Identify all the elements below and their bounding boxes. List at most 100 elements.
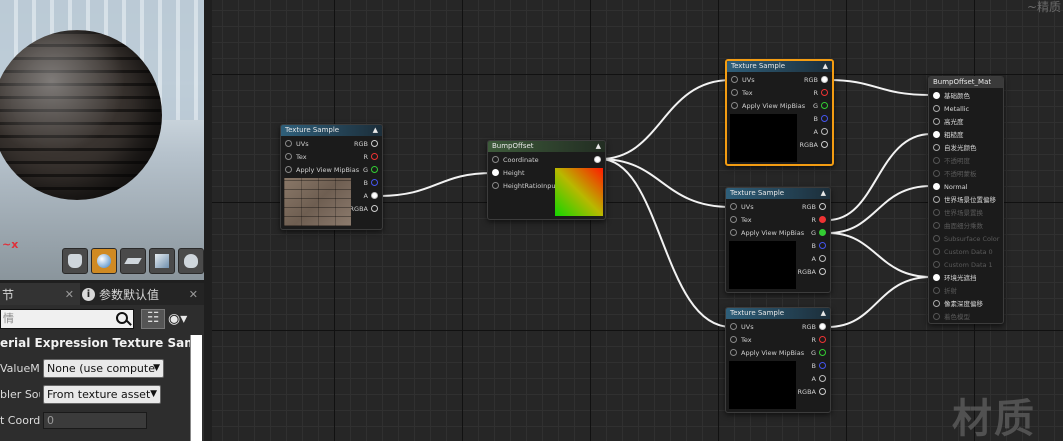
height-ratio-input-pin[interactable]: HeightRatioInput — [492, 181, 558, 191]
mipbias-input-pin[interactable]: Apply View MipBias — [285, 165, 359, 175]
tex-input-pin[interactable]: Tex — [730, 335, 752, 345]
uvs-input-pin[interactable]: UVs — [730, 202, 754, 212]
output-pin[interactable] — [591, 155, 601, 165]
b-output-pin[interactable]: B — [812, 361, 826, 371]
opacity-pin[interactable]: 不透明度 — [933, 155, 970, 167]
mipbias-input-pin[interactable]: Apply View MipBias — [731, 101, 805, 111]
texture-sample-node[interactable]: Texture Sample ▲ UVs Tex Apply View MipBi… — [280, 124, 383, 230]
rgb-output-pin[interactable]: RGB — [354, 139, 378, 149]
tab-parameter-defaults[interactable]: i 参数默认值 ✕ — [80, 283, 204, 305]
rgb-output-pin[interactable]: RGB — [802, 322, 826, 332]
tex-input-pin[interactable]: Tex — [730, 215, 752, 225]
rgb-output-pin[interactable]: RGB — [804, 75, 828, 85]
refraction-pin[interactable]: 折射 — [933, 285, 957, 297]
close-icon[interactable]: ✕ — [65, 288, 74, 301]
mipbias-input-pin[interactable]: Apply View MipBias — [730, 228, 804, 238]
custom-data-1-pin[interactable]: Custom Data 1 — [933, 259, 993, 271]
node-title: BumpOffset — [492, 142, 534, 150]
roughness-pin[interactable]: 粗糙度 — [933, 129, 964, 141]
world-displacement-pin[interactable]: 世界场景置换 — [933, 207, 983, 219]
ambient-occlusion-pin[interactable]: 环境光遮挡 — [933, 272, 977, 284]
plane-preview-button[interactable] — [120, 248, 146, 274]
world-position-offset-pin[interactable]: 世界场景位置偏移 — [933, 194, 996, 206]
pixel-depth-offset-pin[interactable]: 像素深度偏移 — [933, 298, 983, 310]
tex-input-pin[interactable]: Tex — [731, 88, 753, 98]
tab-params-label: 参数默认值 — [99, 287, 160, 302]
tab-details[interactable]: 节 ✕ — [0, 283, 80, 305]
b-output-pin[interactable]: B — [364, 178, 378, 188]
bump-offset-node[interactable]: BumpOffset ▲ Coordinate Height HeightRati… — [487, 140, 606, 220]
a-output-pin[interactable]: A — [812, 374, 826, 384]
specular-pin[interactable]: 高光度 — [933, 116, 964, 128]
watermark-top-right: ~精质 — [1026, 0, 1061, 14]
close-icon[interactable]: ✕ — [189, 288, 198, 301]
tessellation-multiplier-pin[interactable]: 曲面细分乘数 — [933, 220, 983, 232]
details-scrollbar[interactable] — [190, 335, 202, 441]
emissive-pin[interactable]: 自发光颜色 — [933, 142, 977, 154]
view-options-button[interactable] — [141, 309, 165, 329]
a-output-pin[interactable]: A — [814, 127, 828, 137]
material-graph[interactable]: Texture Sample ▲ UVs Tex Apply View MipBi… — [212, 0, 1063, 441]
collapse-icon[interactable]: ▲ — [821, 308, 826, 319]
node-title: Texture Sample — [730, 309, 785, 317]
metallic-pin[interactable]: Metallic — [933, 103, 969, 115]
node-title: Texture Sample — [730, 189, 785, 197]
tex-input-pin[interactable]: Tex — [285, 152, 307, 162]
material-result-node[interactable]: BumpOffset_Mat 基础颜色 Metallic 高光度 粗糙度 自发光… — [928, 76, 1004, 324]
r-output-pin[interactable]: R — [811, 335, 826, 345]
rgba-output-pin[interactable]: RGBA — [798, 267, 826, 277]
coordinate-input-pin[interactable]: Coordinate — [492, 155, 539, 165]
cube-preview-button[interactable] — [149, 248, 175, 274]
rgb-output-pin[interactable]: RGB — [802, 202, 826, 212]
g-output-pin[interactable]: G — [811, 348, 826, 358]
collapse-icon[interactable]: ▲ — [821, 188, 826, 199]
b-output-pin[interactable]: B — [812, 241, 826, 251]
mip-value-mode-dropdown[interactable]: None (use compute ▼ — [43, 359, 164, 378]
g-output-pin[interactable]: G — [813, 101, 828, 111]
chevron-down-icon: ▼ — [150, 389, 157, 399]
g-output-pin[interactable]: G — [363, 165, 378, 175]
sphere-preview-button[interactable] — [91, 248, 117, 274]
texture-preview-black — [729, 361, 796, 409]
eye-icon[interactable]: ◉▾ — [168, 311, 187, 327]
a-output-pin[interactable]: A — [364, 191, 378, 201]
mipbias-input-pin[interactable]: Apply View MipBias — [730, 348, 804, 358]
collapse-icon[interactable]: ▲ — [373, 125, 378, 136]
chevron-down-icon: ▼ — [153, 363, 160, 373]
r-output-pin[interactable]: R — [363, 152, 378, 162]
cylinder-preview-button[interactable] — [62, 248, 88, 274]
texture-sample-node[interactable]: Texture Sample ▲ UVs Tex Apply View MipBi… — [725, 307, 831, 413]
normal-pin[interactable]: Normal — [933, 181, 968, 193]
const-coordinate-input[interactable]: 0 — [43, 412, 147, 429]
opacity-mask-pin[interactable]: 不透明蒙板 — [933, 168, 977, 180]
r-output-pin[interactable]: R — [811, 215, 826, 225]
shading-model-pin[interactable]: 着色模型 — [933, 311, 970, 323]
teapot-preview-button[interactable] — [178, 248, 204, 274]
uvs-input-pin[interactable]: UVs — [730, 322, 754, 332]
sampler-source-dropdown[interactable]: From texture asset ▼ — [43, 385, 161, 404]
g-output-pin[interactable]: G — [811, 228, 826, 238]
collapse-icon[interactable]: ▲ — [596, 141, 601, 152]
editor-window: ~x 节 ✕ i 参数默认值 ✕ 情 ◉▾ erial — [0, 0, 1063, 441]
collapse-icon[interactable]: ▲ — [823, 61, 828, 72]
node-header: Texture Sample ▲ — [726, 308, 830, 319]
r-output-pin[interactable]: R — [813, 88, 828, 98]
uvs-input-pin[interactable]: UVs — [285, 139, 309, 149]
texture-sample-node-selected[interactable]: Texture Sample ▲ UVs Tex Apply View MipBi… — [725, 59, 834, 166]
custom-data-0-pin[interactable]: Custom Data 0 — [933, 246, 993, 258]
height-input-pin[interactable]: Height — [492, 168, 525, 178]
b-output-pin[interactable]: B — [814, 114, 828, 124]
details-search-row: 情 ◉▾ — [0, 309, 204, 329]
a-output-pin[interactable]: A — [812, 254, 826, 264]
uvs-input-pin[interactable]: UVs — [731, 75, 755, 85]
wire-tex3-g-to-ao — [827, 232, 932, 278]
material-preview-viewport[interactable]: ~x — [0, 0, 204, 280]
texture-sample-node[interactable]: Texture Sample ▲ UVs Tex Apply View MipBi… — [725, 187, 831, 293]
search-input[interactable]: 情 — [0, 309, 134, 329]
subsurface-color-pin[interactable]: Subsurface Color — [933, 233, 999, 245]
property-label: t Coordi — [0, 414, 40, 427]
rgba-output-pin[interactable]: RGBA — [800, 140, 828, 150]
rgba-output-pin[interactable]: RGBA — [350, 204, 378, 214]
base-color-pin[interactable]: 基础颜色 — [933, 90, 970, 102]
rgba-output-pin[interactable]: RGBA — [798, 387, 826, 397]
